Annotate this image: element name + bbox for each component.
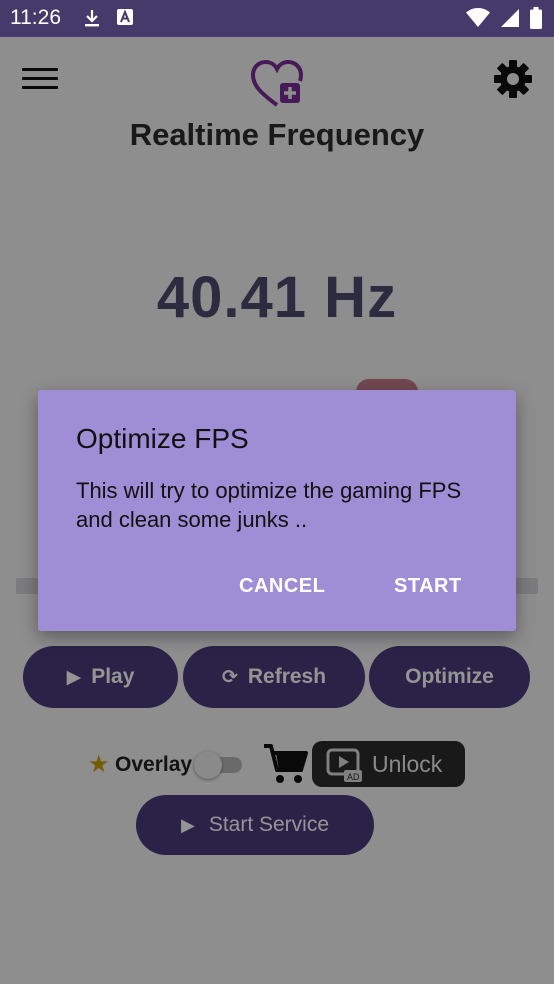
optimize-fps-dialog: Optimize FPS This will try to optimize t… — [38, 390, 516, 631]
dialog-title: Optimize FPS — [76, 423, 249, 454]
font-a-icon — [116, 8, 134, 33]
dialog-message: This will try to optimize the gaming FPS… — [76, 478, 462, 532]
cancel-button[interactable]: CANCEL — [239, 575, 325, 598]
battery-icon — [530, 7, 542, 34]
wifi-icon — [466, 7, 490, 33]
status-time: 11:26 — [10, 6, 61, 29]
download-icon — [82, 8, 102, 33]
status-bar: 11:26 — [0, 0, 554, 37]
start-button[interactable]: START — [394, 575, 462, 598]
signal-icon — [500, 8, 520, 33]
